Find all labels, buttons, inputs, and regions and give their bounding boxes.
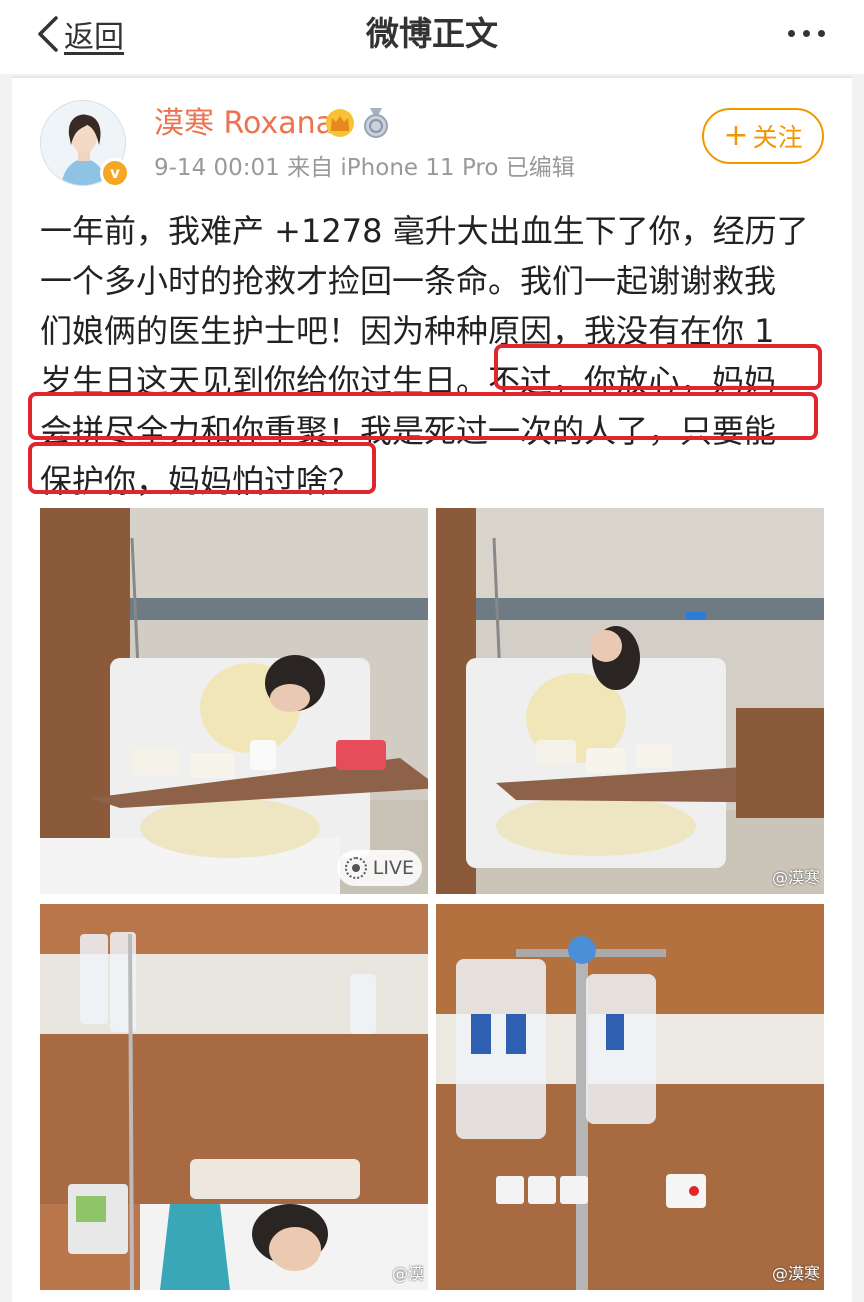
vip-crown-icon: [326, 109, 354, 137]
author-name[interactable]: 漠寒 Roxana: [154, 104, 334, 144]
post-photo[interactable]: @漠寒: [436, 508, 824, 894]
post-photo[interactable]: @漠寒: [436, 904, 824, 1290]
post-meta: 9-14 00:01 来自 iPhone 11 Pro 已编辑: [154, 155, 575, 181]
post-photo[interactable]: LIVE: [40, 508, 428, 894]
watermark: @漠: [391, 1264, 424, 1283]
top-navigation-bar: 返回 微博正文: [0, 0, 864, 74]
verified-badge-icon: v: [100, 158, 130, 188]
live-photo-badge: LIVE: [336, 850, 422, 886]
highlight-box: [28, 442, 376, 494]
watermark: @漠寒: [771, 1264, 820, 1283]
post-text-line: 一年前，我难产 +1278 毫升大出血生下了你，经历了: [40, 212, 809, 250]
post-text-line: 一个多小时的抢救才捡回一条命。我们一起谢谢救我: [40, 262, 777, 300]
more-options-icon[interactable]: [778, 18, 834, 48]
watermark: @漠寒: [771, 868, 820, 887]
highlight-box: [28, 392, 818, 440]
follow-button[interactable]: + 关注: [702, 108, 824, 164]
plus-icon: +: [723, 118, 749, 153]
medal-icon: [364, 108, 388, 138]
post-photo[interactable]: @漠: [40, 904, 428, 1290]
follow-label: 关注: [752, 123, 803, 152]
highlight-box: [494, 344, 822, 390]
page-title: 微博正文: [366, 14, 498, 53]
live-icon: [344, 857, 367, 879]
live-label: LIVE: [372, 857, 414, 879]
